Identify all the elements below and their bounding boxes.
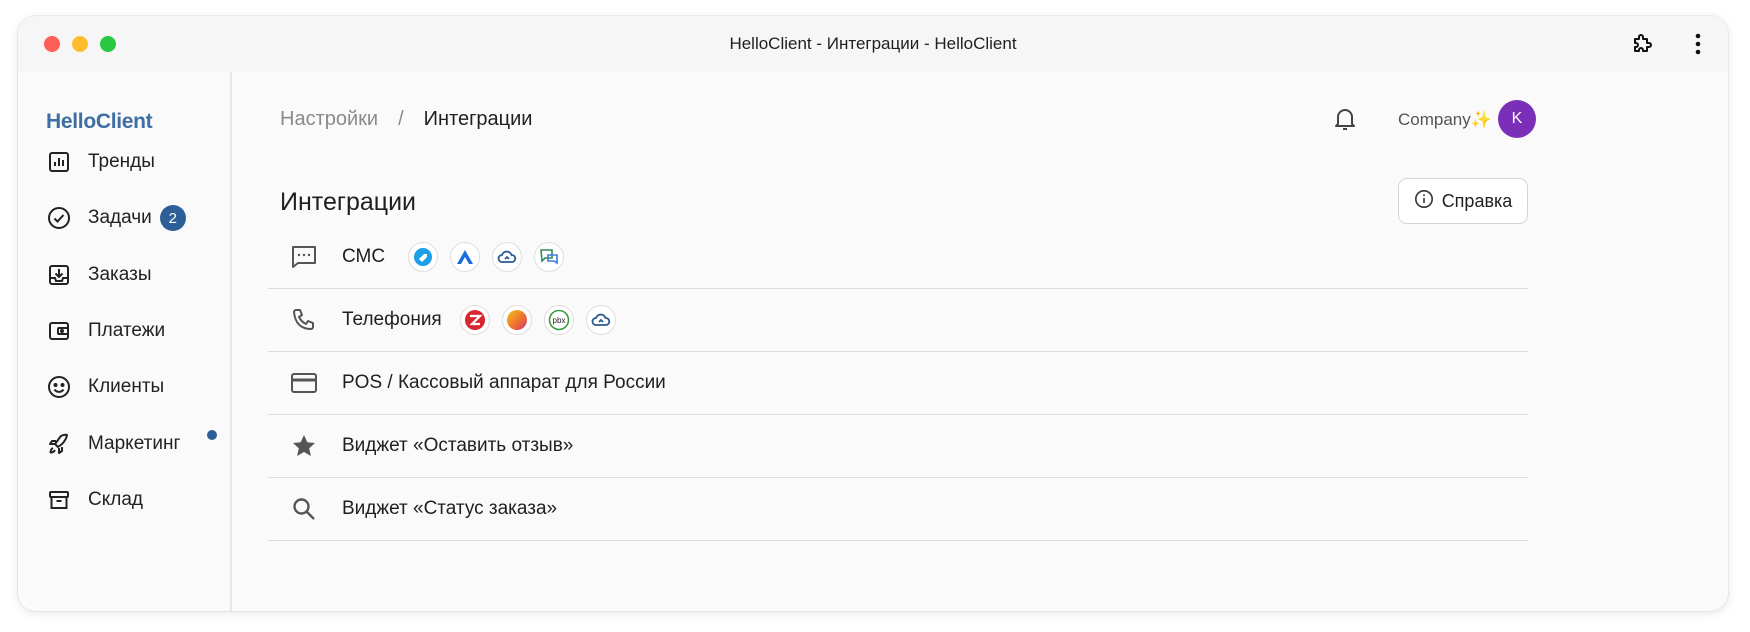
tasks-count-badge: 2 xyxy=(159,205,186,231)
chat-dots-icon xyxy=(288,241,320,273)
sidebar-item-trends[interactable]: Тренды xyxy=(46,142,226,182)
breadcrumb: Настройки / Интеграции xyxy=(280,108,532,131)
avatar[interactable]: K xyxy=(1498,100,1536,138)
wallet-icon xyxy=(46,318,72,344)
integration-label: Виджет «Оставить отзыв» xyxy=(342,435,574,456)
integration-label: Телефония xyxy=(342,309,442,330)
integration-row-pos[interactable]: POS / Кассовый аппарат для России xyxy=(268,352,1528,415)
integrations-list: СМС Телефония pbx POS / Кассовый аппарат… xyxy=(268,226,1528,541)
sidebar-item-label: Маркетинг xyxy=(88,433,181,454)
chart-icon xyxy=(46,149,72,175)
integration-row-sms[interactable]: СМС xyxy=(268,226,1528,289)
integration-label: POS / Кассовый аппарат для России xyxy=(342,372,666,393)
more-vertical-icon[interactable] xyxy=(1684,30,1712,58)
check-circle-icon xyxy=(46,205,72,231)
sidebar-item-warehouse[interactable]: Склад xyxy=(46,480,226,520)
sidebar-item-label: Задачи xyxy=(88,207,152,228)
app-window: HelloClient - Интеграции - HelloClient H… xyxy=(18,16,1728,611)
info-icon xyxy=(1414,189,1434,214)
breadcrumb-settings-link[interactable]: Настройки xyxy=(280,108,378,131)
extensions-icon[interactable] xyxy=(1628,30,1656,58)
integration-label: Виджет «Статус заказа» xyxy=(342,498,558,519)
sidebar: HelloClient Тренды Задачи 2 Заказы Плате… xyxy=(18,72,232,611)
sms-providers xyxy=(408,242,564,272)
sidebar-item-label: Платежи xyxy=(88,320,166,341)
page-title: Интеграции xyxy=(280,188,417,216)
company-switcher[interactable]: Company✨ xyxy=(1398,110,1492,130)
arrow-a-provider-icon[interactable] xyxy=(450,242,480,272)
tag-provider-icon[interactable] xyxy=(408,242,438,272)
sidebar-item-tasks[interactable]: Задачи 2 xyxy=(46,198,226,238)
pbx-provider-icon[interactable]: pbx xyxy=(544,305,574,335)
integration-row-order-status-widget[interactable]: Виджет «Статус заказа» xyxy=(268,478,1528,541)
integration-row-review-widget[interactable]: Виджет «Оставить отзыв» xyxy=(268,415,1528,478)
sidebar-item-label: Тренды xyxy=(88,151,155,172)
smile-icon xyxy=(46,374,72,400)
rocket-icon xyxy=(46,431,72,457)
credit-card-icon xyxy=(288,367,320,399)
zadarma-provider-icon[interactable] xyxy=(460,305,490,335)
star-icon xyxy=(288,430,320,462)
cloud-provider-icon[interactable] xyxy=(586,305,616,335)
inbox-download-icon xyxy=(46,262,72,288)
sidebar-item-label: Заказы xyxy=(88,264,152,285)
sidebar-item-marketing[interactable]: Маркетинг xyxy=(46,424,226,464)
orange-circle-provider-icon[interactable] xyxy=(502,305,532,335)
window-title: HelloClient - Интеграции - HelloClient xyxy=(729,34,1017,53)
phone-icon xyxy=(288,304,320,336)
pbx-provider-text: pbx xyxy=(553,316,566,325)
breadcrumb-separator: / xyxy=(398,108,404,130)
integration-row-telephony[interactable]: Телефония pbx xyxy=(268,289,1528,352)
search-icon xyxy=(288,493,320,525)
help-button-label: Справка xyxy=(1441,190,1513,211)
cloud-provider-icon[interactable] xyxy=(492,242,522,272)
app-logo[interactable]: HelloClient xyxy=(46,110,153,134)
help-button[interactable]: Справка xyxy=(1398,178,1528,224)
integration-label: СМС xyxy=(342,246,386,267)
telephony-providers: pbx xyxy=(460,305,616,335)
breadcrumb-current: Интеграции xyxy=(423,108,533,130)
title-bar: HelloClient - Интеграции - HelloClient xyxy=(18,16,1728,72)
sidebar-item-label: Склад xyxy=(88,489,143,510)
archive-icon xyxy=(46,487,72,513)
speech-bubbles-provider-icon[interactable] xyxy=(534,242,564,272)
sidebar-item-payments[interactable]: Платежи xyxy=(46,311,226,351)
sidebar-item-orders[interactable]: Заказы xyxy=(46,255,226,295)
bell-icon[interactable] xyxy=(1330,104,1360,134)
sidebar-item-clients[interactable]: Клиенты xyxy=(46,367,226,407)
sidebar-item-label: Клиенты xyxy=(88,376,165,397)
marketing-notification-dot xyxy=(207,430,217,440)
